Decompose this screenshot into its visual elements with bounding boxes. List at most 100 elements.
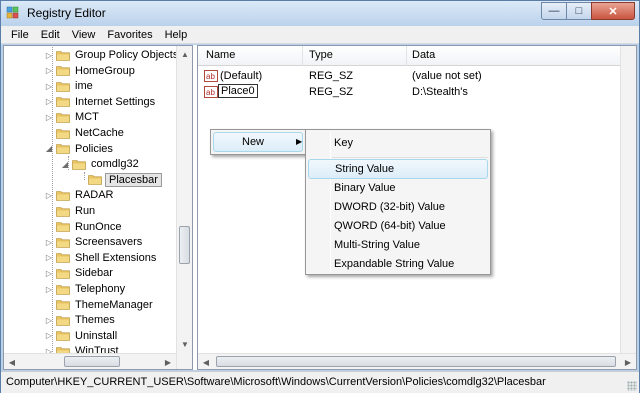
tree-item-label: Screensavers bbox=[75, 236, 143, 249]
menu-view[interactable]: View bbox=[66, 29, 102, 41]
value-data: (value not set) bbox=[412, 70, 482, 82]
tree-item-label: ime bbox=[75, 80, 93, 93]
value-name-edit-field[interactable]: Place0 bbox=[218, 84, 258, 98]
collapsed-arrow-icon[interactable]: ▷ bbox=[44, 253, 54, 262]
tree-item-runonce[interactable]: RunOnce bbox=[44, 219, 123, 235]
tree-item-screensavers[interactable]: ▷ Screensavers bbox=[44, 234, 144, 250]
collapsed-arrow-icon[interactable]: ▷ bbox=[44, 269, 54, 278]
menu-item-key[interactable]: Key bbox=[308, 133, 488, 153]
menu-item-string-value[interactable]: String Value bbox=[308, 159, 488, 179]
tree-item-label: Internet Settings bbox=[75, 95, 156, 108]
menu-item-label: Expandable String Value bbox=[334, 258, 455, 270]
menu-item-expandable-string-value[interactable]: Expandable String Value bbox=[308, 254, 488, 274]
column-divider[interactable] bbox=[406, 46, 407, 66]
tree-item-label: comdlg32 bbox=[91, 158, 139, 171]
list-horizontal-scrollbar[interactable]: ◀ ▶ bbox=[198, 353, 636, 369]
value-row[interactable]: ab (Default) REG_SZ (value not set) bbox=[198, 68, 618, 85]
collapsed-arrow-icon[interactable]: ▷ bbox=[44, 285, 54, 294]
maximize-button[interactable]: □ bbox=[566, 2, 592, 20]
tree-hscroll-thumb[interactable] bbox=[64, 356, 120, 367]
menu-item-new-label: New bbox=[242, 136, 265, 148]
folder-icon bbox=[56, 144, 70, 154]
tree-vertical-scrollbar[interactable]: ▲ ▼ bbox=[176, 46, 192, 369]
tree-item-internet-settings[interactable]: ▷ Internet Settings bbox=[44, 94, 157, 110]
title-bar[interactable]: Registry Editor — □ ✕ bbox=[1, 1, 639, 25]
tree-rows: ▷ Group Policy Objects ▷ HomeGroup ▷ ime ▷ Inte… bbox=[4, 46, 176, 369]
column-header-name[interactable]: Name bbox=[206, 49, 235, 61]
scroll-right-icon[interactable]: ▶ bbox=[160, 354, 176, 369]
registry-tree[interactable]: ▷ Group Policy Objects ▷ HomeGroup ▷ ime ▷ Inte… bbox=[3, 45, 193, 370]
scroll-left-icon[interactable]: ◀ bbox=[198, 354, 214, 369]
tree-item-label: ThemeManager bbox=[75, 298, 153, 311]
menu-item-label: DWORD (32-bit) Value bbox=[334, 201, 446, 213]
value-row[interactable]: ab Place0 REG_SZ D:\Stealth's bbox=[198, 84, 618, 101]
close-button[interactable]: ✕ bbox=[591, 2, 635, 20]
tree-item-run[interactable]: Run bbox=[44, 203, 97, 219]
menu-item-new[interactable]: New ▶ bbox=[213, 132, 303, 152]
scroll-up-icon[interactable]: ▲ bbox=[177, 46, 192, 62]
resize-grip-icon[interactable] bbox=[627, 381, 637, 391]
list-hscroll-thumb[interactable] bbox=[216, 356, 616, 367]
column-divider[interactable] bbox=[302, 46, 303, 66]
tree-item-label: Shell Extensions bbox=[75, 251, 157, 264]
tree-item-comdlg32[interactable]: ◢ comdlg32 bbox=[60, 156, 141, 172]
collapsed-arrow-icon[interactable]: ▷ bbox=[44, 331, 54, 340]
menu-file[interactable]: File bbox=[5, 29, 35, 41]
tree-item-label: Themes bbox=[75, 314, 115, 327]
collapsed-arrow-icon[interactable]: ▷ bbox=[44, 82, 54, 91]
tree-item-telephony[interactable]: ▷ Telephony bbox=[44, 281, 127, 297]
collapsed-arrow-icon[interactable]: ▷ bbox=[44, 113, 54, 122]
folder-icon bbox=[56, 300, 70, 310]
tree-item-sidebar[interactable]: ▷ Sidebar bbox=[44, 265, 115, 281]
tree-item-label: Run bbox=[75, 205, 96, 217]
expanded-arrow-icon[interactable]: ◢ bbox=[60, 160, 70, 169]
menu-bar: File Edit View Favorites Help bbox=[1, 26, 639, 44]
menu-item-label: Multi-String Value bbox=[334, 239, 420, 251]
menu-favorites[interactable]: Favorites bbox=[101, 29, 158, 41]
menu-edit[interactable]: Edit bbox=[35, 29, 66, 41]
menu-item-label: Binary Value bbox=[334, 182, 396, 194]
menu-separator bbox=[332, 157, 488, 158]
menu-help[interactable]: Help bbox=[159, 29, 194, 41]
scroll-left-icon[interactable]: ◀ bbox=[4, 354, 20, 369]
scroll-right-icon[interactable]: ▶ bbox=[620, 354, 636, 369]
tree-item-policies[interactable]: ◢ Policies bbox=[44, 141, 115, 157]
menu-item-multi-string-value[interactable]: Multi-String Value bbox=[308, 235, 488, 255]
list-vertical-scrollbar-track[interactable] bbox=[620, 46, 636, 353]
scroll-down-icon[interactable]: ▼ bbox=[177, 336, 192, 352]
tree-item-placesbar[interactable]: Placesbar bbox=[76, 172, 162, 188]
tree-item-themes[interactable]: ▷ Themes bbox=[44, 312, 117, 328]
string-value-icon: ab bbox=[204, 70, 218, 82]
collapsed-arrow-icon[interactable]: ▷ bbox=[44, 238, 54, 247]
folder-icon bbox=[88, 175, 102, 186]
collapsed-arrow-icon[interactable]: ▷ bbox=[44, 316, 54, 325]
menu-item-dword-32-bit-value[interactable]: DWORD (32-bit) Value bbox=[308, 197, 488, 217]
collapsed-arrow-icon[interactable]: ▷ bbox=[44, 97, 54, 106]
menu-item-qword-64-bit-value[interactable]: QWORD (64-bit) Value bbox=[308, 216, 488, 236]
tree-item-shell-extensions[interactable]: ▷ Shell Extensions bbox=[44, 250, 158, 266]
minimize-button[interactable]: — bbox=[541, 2, 567, 20]
menu-item-label: QWORD (64-bit) Value bbox=[334, 220, 446, 232]
folder-icon bbox=[56, 128, 70, 139]
collapsed-arrow-icon[interactable]: ▷ bbox=[44, 191, 54, 200]
tree-item-ime[interactable]: ▷ ime bbox=[44, 78, 95, 94]
tree-item-mct[interactable]: ▷ MCT bbox=[44, 109, 101, 125]
tree-item-radar[interactable]: ▷ RADAR bbox=[44, 187, 116, 203]
column-header-data[interactable]: Data bbox=[412, 49, 435, 61]
collapsed-arrow-icon[interactable]: ▷ bbox=[44, 66, 54, 75]
tree-item-group-policy-objects[interactable]: ▷ Group Policy Objects bbox=[44, 47, 176, 63]
tree-item-thememanager[interactable]: ThemeManager bbox=[44, 297, 155, 313]
tree-item-homegroup[interactable]: ▷ HomeGroup bbox=[44, 63, 137, 79]
folder-icon bbox=[56, 50, 70, 61]
value-type: REG_SZ bbox=[309, 86, 354, 98]
expanded-arrow-icon[interactable]: ◢ bbox=[44, 144, 54, 153]
menu-item-binary-value[interactable]: Binary Value bbox=[308, 178, 488, 198]
folder-icon bbox=[56, 97, 70, 108]
tree-horizontal-scrollbar[interactable]: ◀ ▶ bbox=[4, 353, 176, 369]
tree-scroll-thumb[interactable] bbox=[179, 226, 190, 264]
collapsed-arrow-icon[interactable]: ▷ bbox=[44, 51, 54, 60]
tree-item-uninstall[interactable]: ▷ Uninstall bbox=[44, 328, 119, 344]
column-header-type[interactable]: Type bbox=[309, 49, 333, 61]
tree-item-label: MCT bbox=[75, 111, 99, 124]
tree-item-netcache[interactable]: NetCache bbox=[44, 125, 126, 141]
